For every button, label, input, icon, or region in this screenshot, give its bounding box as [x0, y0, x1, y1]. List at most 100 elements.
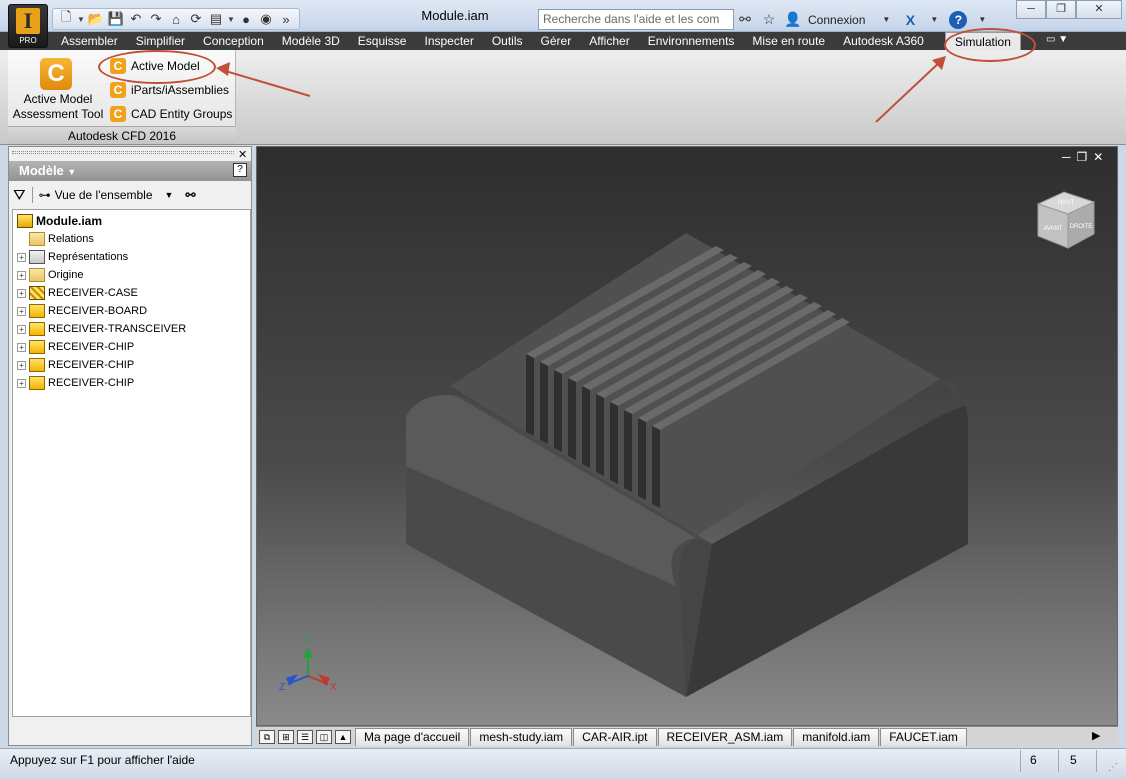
resize-grip-icon[interactable]: ⋰	[1108, 762, 1118, 773]
tile-vertical-icon[interactable]: ◫	[316, 729, 332, 744]
tree-root-node[interactable]: Module.iam	[17, 212, 250, 230]
filter-icon[interactable]: ⛛	[13, 187, 26, 204]
heatsink-fin-side	[652, 426, 660, 508]
viewcube-icon[interactable]: HAUT AVANT DROITE	[1034, 188, 1098, 252]
redo-icon[interactable]: ↷	[147, 10, 165, 28]
exchange-apps-icon[interactable]: X	[901, 11, 919, 29]
close-icon[interactable]: ✕	[1076, 0, 1122, 19]
account-dropdown-icon[interactable]: ▼	[877, 11, 895, 29]
viewport-minimize-icon[interactable]: ─	[1062, 150, 1071, 164]
tree-node[interactable]: + Représentations	[17, 248, 250, 266]
ribbon-tab-esquisse[interactable]: Esquisse	[349, 32, 416, 50]
help-search-input[interactable]: Recherche dans l'aide et les com	[538, 9, 734, 30]
ribbon-tab-inspecter[interactable]: Inspecter	[415, 32, 482, 50]
user-icon[interactable]: 👤	[784, 11, 802, 29]
tree-node[interactable]: + RECEIVER-CHIP	[17, 374, 250, 392]
cad-entity-groups-button[interactable]: C CAD Entity Groups	[110, 104, 232, 124]
browser-title-dropdown[interactable]: Modèle ▼	[9, 161, 251, 181]
ribbon-tab-simplifier[interactable]: Simplifier	[127, 32, 194, 50]
tree-node[interactable]: + Origine	[17, 266, 250, 284]
viewport-close-icon[interactable]: ✕	[1093, 150, 1103, 164]
expand-plus-icon[interactable]: +	[17, 252, 26, 262]
ribbon-tab-environnements[interactable]: Environnements	[639, 32, 744, 50]
ribbon-tab-g-rer[interactable]: Gérer	[532, 32, 581, 50]
viewcube-top-label: HAUT	[1058, 200, 1075, 206]
ribbon-tab-autodesk-a360[interactable]: Autodesk A360	[834, 32, 933, 50]
tree-node[interactable]: Relations	[17, 230, 250, 248]
help-button[interactable]: ?	[949, 10, 968, 29]
help-dropdown-icon[interactable]: ▼	[973, 11, 991, 29]
expand-plus-icon[interactable]: +	[17, 342, 26, 352]
sign-in-button[interactable]: Connexion	[808, 13, 865, 27]
tile-windows-icon[interactable]: ⊞	[278, 729, 294, 744]
viewport-restore-icon[interactable]: ❐	[1077, 150, 1088, 164]
new-file-icon[interactable]: 🗋	[57, 9, 75, 28]
open-documents-menu-icon[interactable]: ▲	[335, 729, 351, 744]
material-icon[interactable]: ▤	[207, 10, 225, 28]
cascade-windows-icon[interactable]: ⧉	[259, 729, 275, 744]
material-dropdown-icon[interactable]: ▼	[227, 15, 235, 24]
expand-plus-icon[interactable]: +	[17, 270, 26, 280]
search-binoculars-icon[interactable]: ⚯	[736, 11, 754, 29]
maximize-icon[interactable]: ❐	[1046, 0, 1076, 19]
active-model-assessment-icon[interactable]: C	[40, 58, 72, 90]
tree-node[interactable]: + RECEIVER-TRANSCEIVER	[17, 320, 250, 338]
ribbon-tab-afficher[interactable]: Afficher	[580, 32, 638, 50]
status-occurrence-count: 6	[1030, 753, 1037, 767]
open-folder-icon[interactable]: 📂	[87, 10, 105, 28]
exchange-dropdown-icon[interactable]: ▼	[925, 11, 943, 29]
document-tabs: Ma page d'accueil mesh-study.iam CAR-AIR.i…	[351, 727, 967, 746]
home-icon[interactable]: ⌂	[167, 10, 185, 28]
3d-model-view[interactable]	[256, 146, 1118, 726]
ribbon-display-options-icon[interactable]: ▭ ▼	[1046, 34, 1076, 48]
ribbon-tab-mise-en-route[interactable]: Mise en route	[743, 32, 834, 50]
window-controls: ─ ❐ ✕	[1016, 0, 1122, 19]
tree-node[interactable]: + RECEIVER-CASE	[17, 284, 250, 302]
document-tab[interactable]: mesh-study.iam	[470, 727, 573, 746]
document-tab[interactable]: RECEIVER_ASM.iam	[657, 727, 793, 746]
representations-icon	[29, 250, 45, 264]
browser-help-icon[interactable]: ?	[233, 163, 247, 177]
document-tab[interactable]: Ma page d'accueil	[355, 727, 470, 746]
find-binoculars-icon[interactable]: ⚯	[185, 188, 195, 202]
application-menu-button[interactable]: I PRO	[8, 4, 48, 48]
measure-icon[interactable]: ◉	[257, 10, 275, 28]
update-icon[interactable]: ⟳	[187, 10, 205, 28]
save-icon[interactable]: 💾	[107, 10, 125, 28]
document-tab[interactable]: FAUCET.iam	[880, 727, 967, 746]
expand-plus-icon[interactable]: +	[17, 288, 26, 298]
ribbon-tab-mod-le-3d[interactable]: Modèle 3D	[273, 32, 349, 50]
status-open-documents-count: 5	[1070, 753, 1077, 767]
tile-horizontal-icon[interactable]: ☰	[297, 729, 313, 744]
model-tree: Module.iam Relations + Représentations + Orig…	[12, 209, 251, 717]
expand-plus-icon[interactable]: +	[17, 378, 26, 388]
favorites-star-icon[interactable]: ☆	[760, 11, 778, 29]
active-model-assessment-tool-button[interactable]: Active Model Assessment Tool	[10, 92, 106, 122]
expand-plus-icon[interactable]: +	[17, 324, 26, 334]
ribbon-tab-conception[interactable]: Conception	[194, 32, 273, 50]
tree-node[interactable]: + RECEIVER-CHIP	[17, 338, 250, 356]
document-tab[interactable]: CAR-AIR.ipt	[573, 727, 657, 746]
document-tab[interactable]: manifold.iam	[793, 727, 880, 746]
panel-grip[interactable]	[12, 151, 234, 154]
expand-plus-icon[interactable]: +	[17, 360, 26, 370]
more-commands-icon[interactable]: »	[277, 10, 295, 28]
ribbon-tab-outils[interactable]: Outils	[483, 32, 532, 50]
expand-plus-icon[interactable]: +	[17, 306, 26, 316]
heatsink-fin-side	[526, 354, 534, 436]
view-selector[interactable]: ⊶ Vue de l'ensemble ▼	[39, 188, 174, 202]
undo-icon[interactable]: ↶	[127, 10, 145, 28]
ribbon-tab-assembler[interactable]: Assembler	[52, 32, 127, 50]
appearance-icon[interactable]: ●	[237, 10, 255, 28]
part-icon	[29, 304, 45, 318]
browser-close-icon[interactable]: ✕	[238, 148, 247, 161]
tree-node[interactable]: + RECEIVER-BOARD	[17, 302, 250, 320]
tabs-scroll-right-icon[interactable]: ▶	[1092, 729, 1100, 742]
tree-node[interactable]: + RECEIVER-CHIP	[17, 356, 250, 374]
minimize-icon[interactable]: ─	[1016, 0, 1046, 19]
simulation-tab-highlight-annotation	[944, 28, 1036, 62]
viewcube-front-label: AVANT	[1043, 226, 1062, 232]
new-dropdown-icon[interactable]: ▼	[77, 15, 85, 24]
tree-node-label: RECEIVER-CHIP	[48, 377, 135, 389]
cad-entity-groups-label: CAD Entity Groups	[131, 107, 233, 121]
